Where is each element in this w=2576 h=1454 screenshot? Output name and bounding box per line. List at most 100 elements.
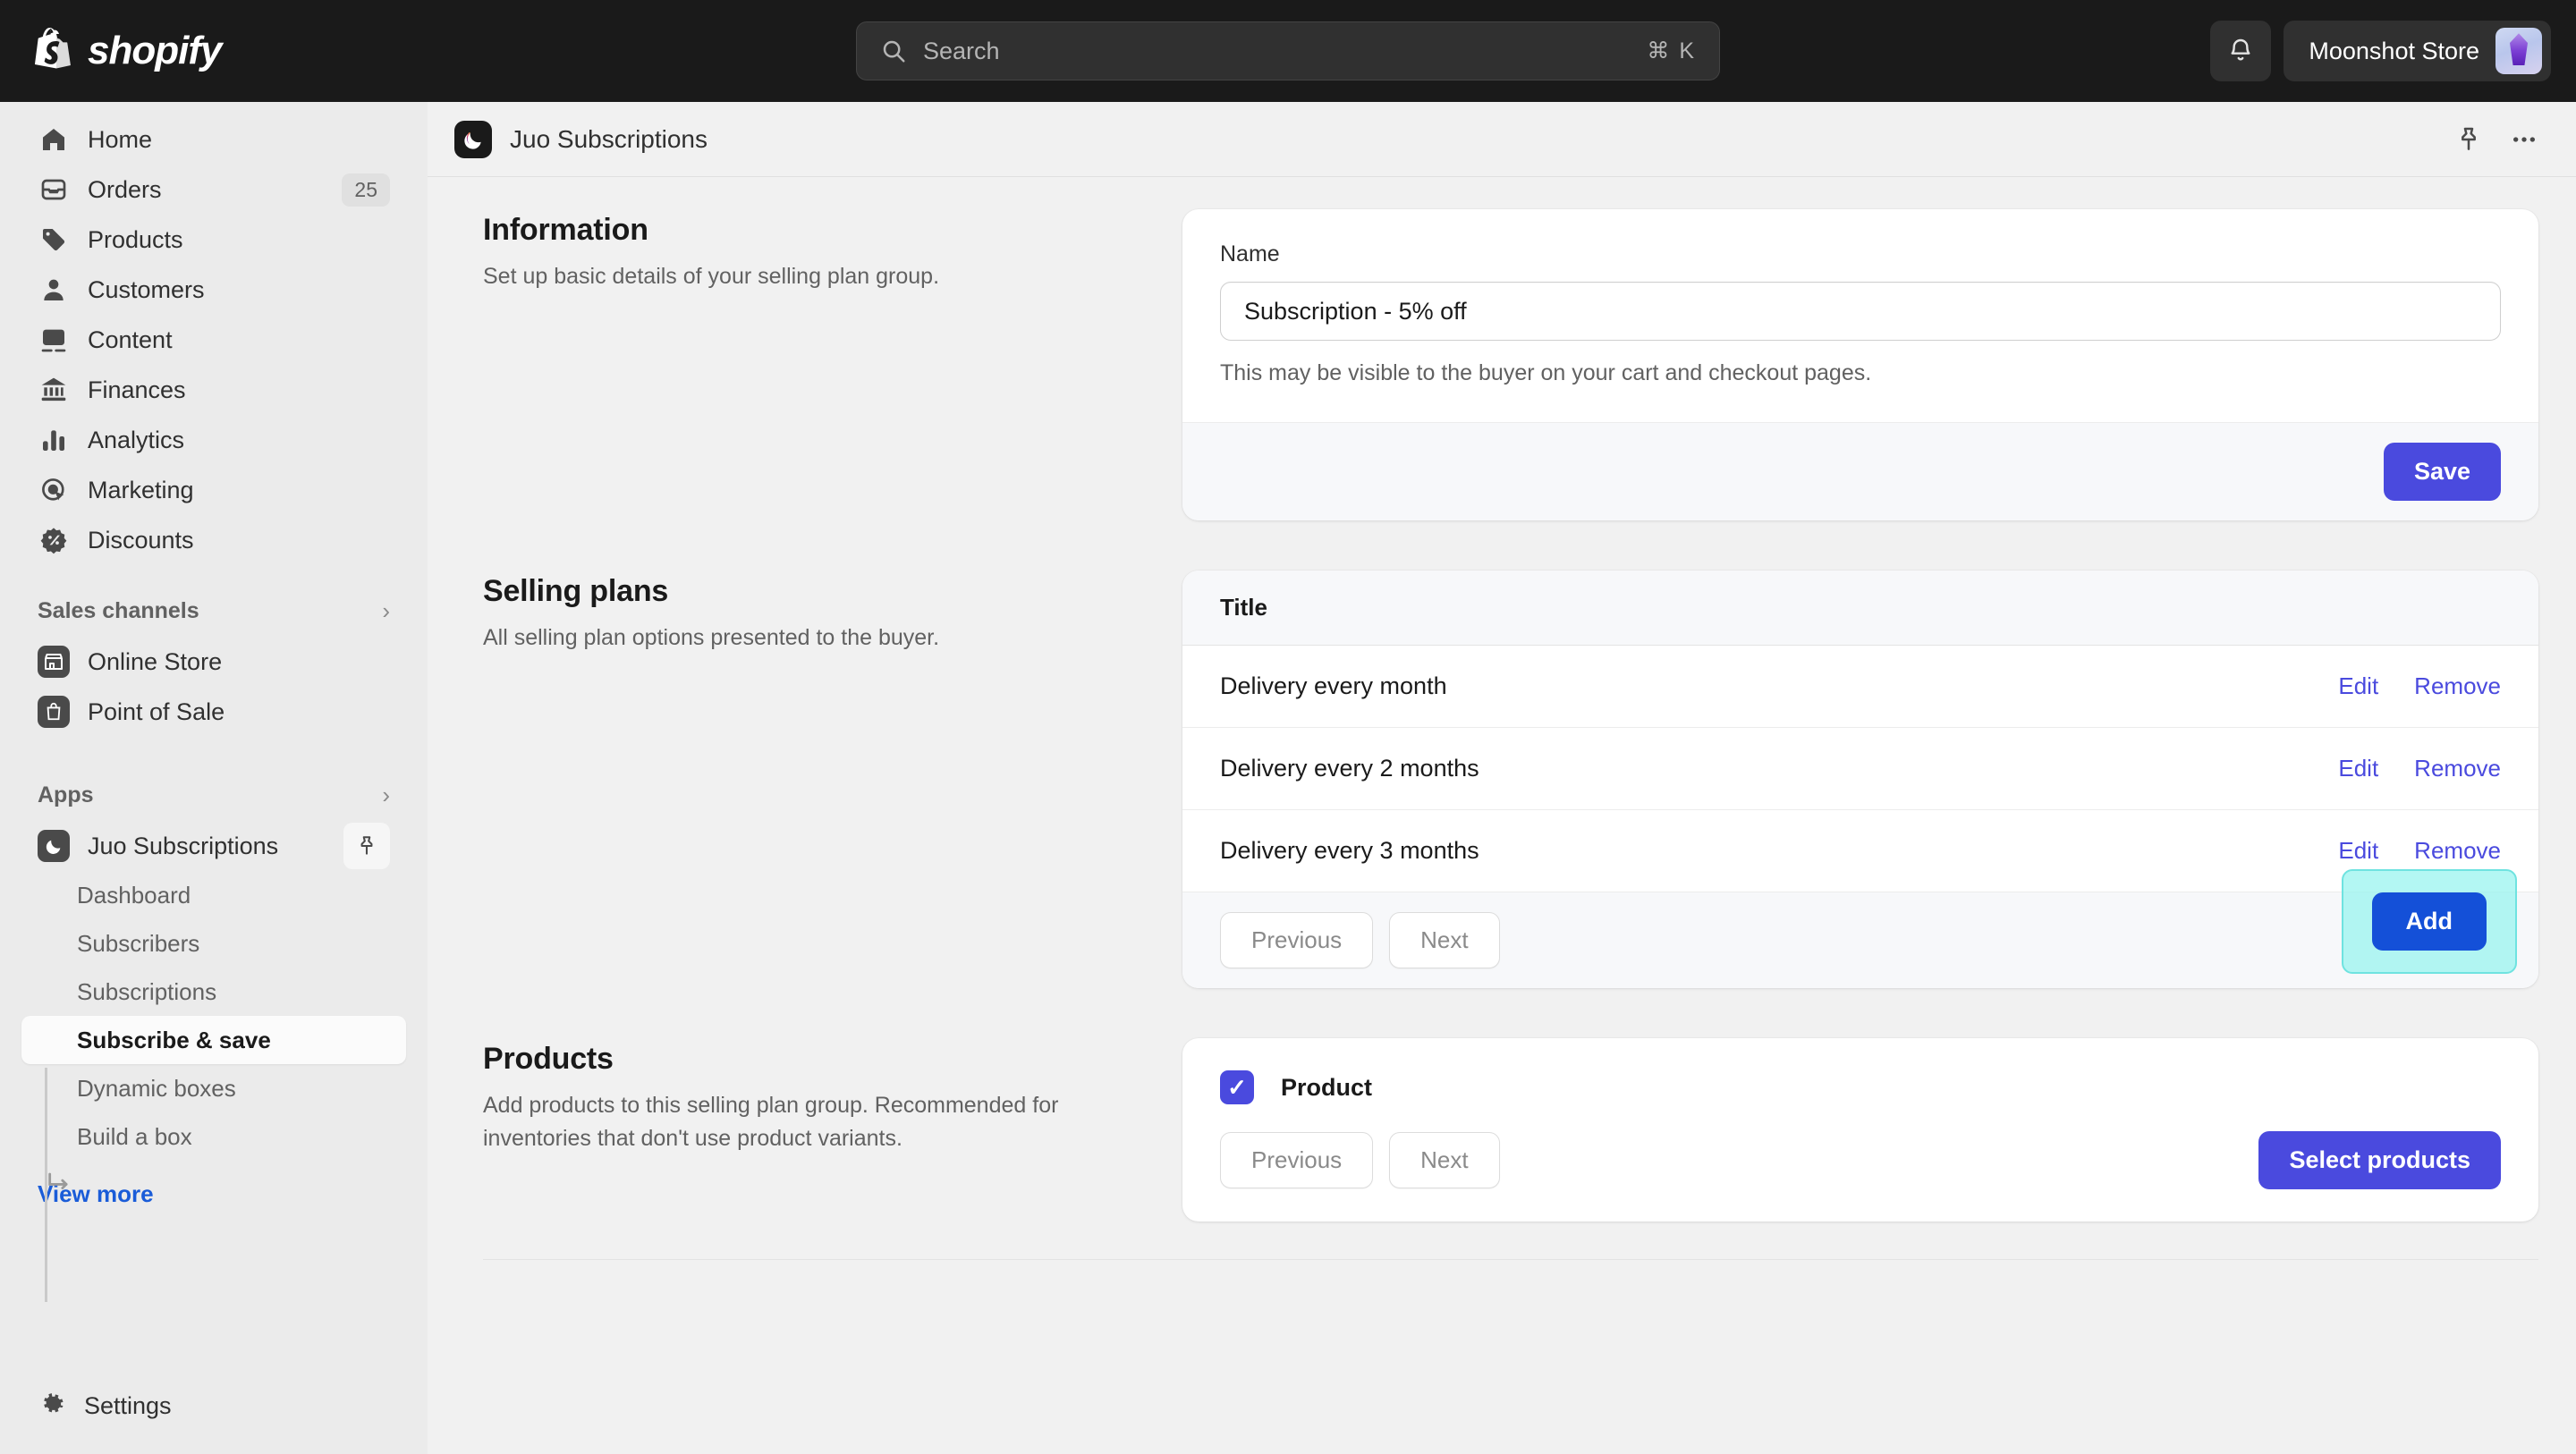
sidebar-label: Point of Sale xyxy=(88,697,225,725)
orders-inbox-icon xyxy=(38,173,70,206)
search-input[interactable]: Search xyxy=(923,38,1647,65)
plan-title: Delivery every 2 months xyxy=(1220,755,1479,782)
tag-icon xyxy=(38,224,70,256)
sidebar-item-build-a-box[interactable]: Build a box xyxy=(21,1112,406,1161)
sidebar-item-customers[interactable]: Customers xyxy=(21,265,406,315)
products-section: Products Add products to this selling pl… xyxy=(483,1038,2538,1222)
sidebar-label: Discounts xyxy=(88,526,194,554)
add-button-highlight: Add xyxy=(2341,869,2517,974)
sidebar-item-marketing[interactable]: Marketing xyxy=(21,465,406,515)
previous-button[interactable]: Previous xyxy=(1220,912,1374,968)
sidebar-item-online-store[interactable]: Online Store xyxy=(21,637,406,687)
plan-title: Delivery every month xyxy=(1220,672,1447,699)
shopify-bag-icon xyxy=(35,28,71,69)
remove-link[interactable]: Remove xyxy=(2414,672,2501,700)
avatar xyxy=(2496,28,2542,74)
notifications-button[interactable] xyxy=(2210,21,2272,81)
sidebar-label: Products xyxy=(88,225,183,253)
sidebar-item-home[interactable]: Home xyxy=(21,114,406,165)
remove-link[interactable]: Remove xyxy=(2414,837,2501,865)
view-more-link[interactable]: View more xyxy=(21,1180,406,1208)
sidebar-item-products[interactable]: Products xyxy=(21,215,406,265)
product-checkbox[interactable]: ✓ xyxy=(1220,1070,1254,1104)
information-text: Information Set up basic details of your… xyxy=(483,209,1182,520)
information-card: Name Subscription - 5% off This may be v… xyxy=(1182,209,2538,520)
sidebar-item-analytics[interactable]: Analytics xyxy=(21,415,406,465)
name-help-text: This may be visible to the buyer on your… xyxy=(1220,360,1872,385)
target-cursor-icon xyxy=(38,474,70,506)
table-row: Delivery every month Edit Remove xyxy=(1182,646,2538,728)
sidebar-label: Home xyxy=(88,125,153,153)
sidebar-item-discounts[interactable]: Discounts xyxy=(21,515,406,565)
pin-icon[interactable] xyxy=(343,823,390,869)
previous-button[interactable]: Previous xyxy=(1220,1132,1374,1188)
ellipsis-icon[interactable] xyxy=(2510,125,2538,154)
sidebar-item-subscribe-and-save[interactable]: Subscribe & save xyxy=(21,1016,406,1064)
products-text: Products Add products to this selling pl… xyxy=(483,1038,1182,1222)
sidebar-label: Content xyxy=(88,325,173,353)
sidebar-item-point-of-sale[interactable]: Point of Sale xyxy=(21,687,406,737)
pagination: Previous Next xyxy=(1220,912,2501,968)
sidebar-label: Dynamic boxes xyxy=(77,1074,236,1102)
sidebar-label: Online Store xyxy=(88,647,223,675)
information-title: Information xyxy=(483,213,648,247)
edit-link[interactable]: Edit xyxy=(2338,837,2378,865)
home-icon xyxy=(38,123,70,156)
pin-icon[interactable] xyxy=(2454,125,2483,154)
search-icon xyxy=(883,40,905,63)
next-button[interactable]: Next xyxy=(1389,912,1500,968)
store-name: Moonshot Store xyxy=(2309,37,2479,64)
sidebar-item-dashboard[interactable]: Dashboard xyxy=(21,871,406,919)
sidebar-item-finances[interactable]: Finances xyxy=(21,365,406,415)
global-search[interactable]: Search ⌘ K xyxy=(856,21,1720,80)
sidebar-item-content[interactable]: Content xyxy=(21,315,406,365)
search-shortcut: ⌘ K xyxy=(1647,38,1696,63)
sidebar-item-subscribers[interactable]: Subscribers xyxy=(21,919,406,968)
edit-link[interactable]: Edit xyxy=(2338,755,2378,782)
next-button[interactable]: Next xyxy=(1389,1132,1500,1188)
pagination: Previous Next xyxy=(1220,1132,2258,1188)
edit-link[interactable]: Edit xyxy=(2338,672,2378,700)
sales-channels-header[interactable]: Sales channels › xyxy=(21,590,406,631)
shopify-wordmark: shopify xyxy=(88,29,222,72)
selling-plans-description: All selling plan options presented to th… xyxy=(483,625,940,650)
page-title: Juo Subscriptions xyxy=(510,124,708,153)
sidebar-item-dynamic-boxes[interactable]: Dynamic boxes xyxy=(21,1064,406,1112)
sidebar-item-orders[interactable]: Orders 25 xyxy=(21,165,406,215)
shopify-logo[interactable]: shopify xyxy=(32,28,222,74)
sidebar-label: Subscribe & save xyxy=(77,1026,271,1053)
product-checkbox-row[interactable]: ✓ Product xyxy=(1220,1070,2501,1104)
select-products-button[interactable]: Select products xyxy=(2258,1131,2501,1189)
selling-plans-footer: Previous Next Add xyxy=(1182,869,2538,988)
information-description: Set up basic details of your selling pla… xyxy=(483,264,940,289)
moon-icon xyxy=(38,830,70,862)
plan-title: Delivery every 3 months xyxy=(1220,837,1479,864)
table-row: Delivery every 2 months Edit Remove xyxy=(1182,728,2538,810)
chevron-right-icon: › xyxy=(382,781,390,808)
name-label: Name xyxy=(1220,241,1280,266)
store-switcher[interactable]: Moonshot Store xyxy=(2284,21,2551,81)
name-input[interactable]: Subscription - 5% off xyxy=(1220,282,2501,341)
sales-channels-title: Sales channels xyxy=(38,597,199,623)
chevron-right-icon: › xyxy=(382,596,390,624)
sidebar-item-juo-subscriptions[interactable]: Juo Subscriptions xyxy=(21,821,406,871)
app-header: Juo Subscriptions xyxy=(428,102,2576,177)
image-icon xyxy=(38,324,70,356)
sidebar: Home Orders 25 Products Customers Conten… xyxy=(0,102,428,1454)
sidebar-item-settings[interactable]: Settings xyxy=(0,1381,428,1431)
add-button[interactable]: Add xyxy=(2371,892,2487,951)
apps-header[interactable]: Apps › xyxy=(21,774,406,816)
sidebar-label: Build a box xyxy=(77,1122,192,1150)
sidebar-label: Finances xyxy=(88,376,186,403)
remove-link[interactable]: Remove xyxy=(2414,755,2501,782)
bell-icon xyxy=(2231,38,2250,61)
products-description: Add products to this selling plan group.… xyxy=(483,1093,1059,1151)
top-bar-actions: Moonshot Store xyxy=(2210,21,2551,81)
save-button[interactable]: Save xyxy=(2383,443,2501,501)
products-title: Products xyxy=(483,1042,614,1076)
products-card: ✓ Product Previous Next Select products xyxy=(1182,1038,2538,1222)
sidebar-item-subscriptions[interactable]: Subscriptions xyxy=(21,968,406,1016)
sidebar-label: Customers xyxy=(88,275,205,303)
selling-plans-title: Selling plans xyxy=(483,574,669,608)
sidebar-label: Analytics xyxy=(88,426,185,453)
